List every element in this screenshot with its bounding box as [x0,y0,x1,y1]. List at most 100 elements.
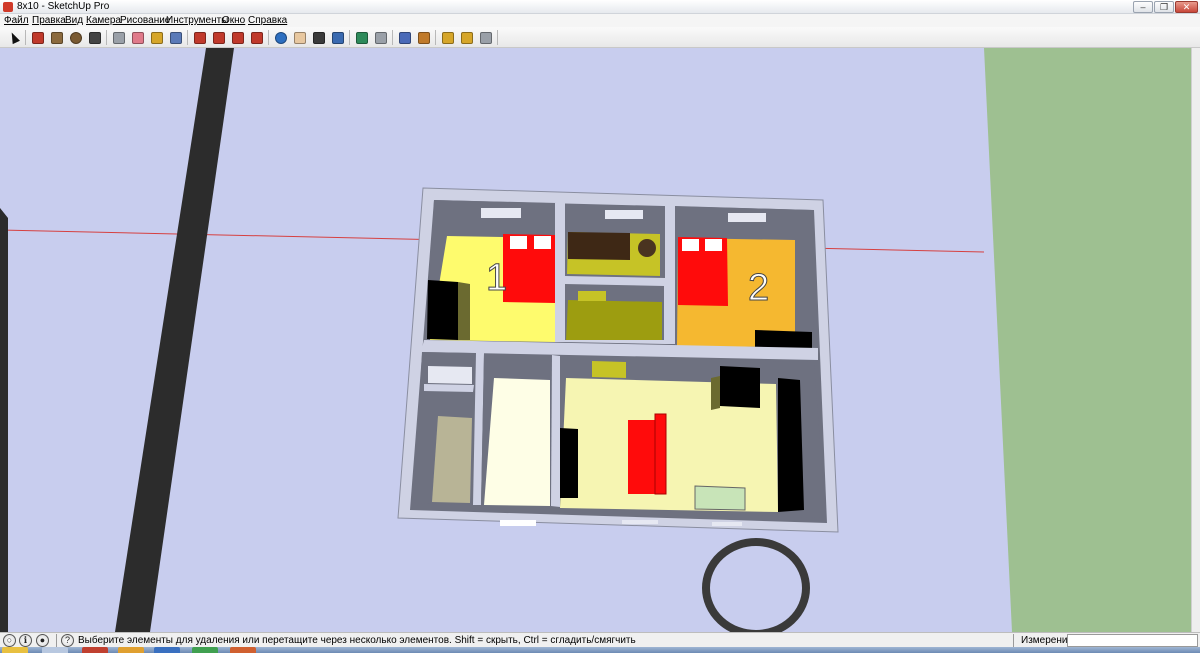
bedroom-2-pillow-left [682,239,699,251]
walk-tool[interactable] [396,29,413,46]
components-icon [479,31,492,44]
zoom-tool[interactable] [310,29,327,46]
menu-draw[interactable]: Рисование [120,15,170,26]
bedroom-1-pillow-right [534,236,551,249]
camera-position-icon [417,31,430,44]
circle-tool[interactable] [67,29,84,46]
user-icon[interactable]: ● [36,634,49,647]
taskbar-start-button[interactable] [2,647,28,653]
taskbar-button[interactable] [118,647,144,653]
model-scene[interactable]: 1 2 [0,48,1191,632]
menu-help[interactable]: Справка [248,15,287,26]
interior-wall-1 [555,203,565,342]
tape-measure-tool[interactable] [148,29,165,46]
living-room-cabinet-side [711,376,720,410]
orbit-tool[interactable] [272,29,289,46]
sketchup-window: 8x10 - SketchUp Pro – ❐ ✕ Файл Правка Ви… [0,0,1200,653]
toolbar-separator [392,30,393,45]
hand-icon [293,31,306,44]
share-model-tool[interactable] [458,29,475,46]
dimension-tool[interactable] [372,29,389,46]
walk-icon [398,31,411,44]
menu-edit[interactable]: Правка [32,15,66,26]
room-label-2: 2 [748,267,769,309]
section-plane-tool[interactable] [353,29,370,46]
line-tool[interactable] [29,29,46,46]
zoom-extents-icon [331,31,344,44]
paint-bucket-icon [169,31,182,44]
living-room-table [694,485,746,511]
menu-tools[interactable]: Инструменты [166,15,228,26]
orbit-icon [274,31,287,44]
toolbar-separator [268,30,269,45]
rotate-tool[interactable] [229,29,246,46]
push-pull-tool[interactable] [191,29,208,46]
status-hint: Выберите элементы для удаления или перет… [78,635,636,646]
ground-plane [984,48,1191,632]
minimize-button[interactable]: – [1133,1,1153,13]
room-label-1: 1 [486,257,507,299]
make-component-tool[interactable] [110,29,127,46]
bedroom-1-wardrobe-side [458,282,470,340]
taskbar-button[interactable] [192,647,218,653]
paint-bucket-tool[interactable] [167,29,184,46]
wardrobe-room-window [605,210,643,219]
credits-icon[interactable]: ℹ [19,634,32,647]
status-separator [1013,634,1014,647]
arc-icon [88,31,101,44]
taskbar-button[interactable] [42,647,68,653]
living-room-shelf [592,361,626,378]
push-pull-icon [193,31,206,44]
bedroom-2-pillow-right [705,239,722,251]
taskbar-button[interactable] [82,647,108,653]
menu-camera[interactable]: Камера [86,15,121,26]
taskbar-button[interactable] [154,647,180,653]
living-room-wardrobe [778,378,804,512]
measurements-input[interactable] [1067,634,1198,647]
eraser-tool[interactable] [129,29,146,46]
drawing-viewport[interactable]: 1 2 [0,48,1191,632]
share-icon [460,31,473,44]
interior-wall-2 [665,206,675,344]
close-icon: ✕ [1182,2,1191,12]
geolocation-icon[interactable]: ○ [3,634,16,647]
minimize-icon: – [1140,2,1146,12]
offset-tool[interactable] [248,29,265,46]
bedroom-1-pillow-left [510,236,527,249]
dark-beam-left [0,208,8,632]
get-models-tool[interactable] [439,29,456,46]
restore-icon: ❐ [1159,2,1169,12]
warehouse-icon [441,31,454,44]
eraser-icon [131,31,144,44]
arc-tool[interactable] [86,29,103,46]
menu-view[interactable]: Вид [65,15,83,26]
sofa-left [628,420,655,494]
rectangle-tool[interactable] [48,29,65,46]
select-tool[interactable] [5,29,22,46]
viewport-scrollbar[interactable] [1191,48,1200,632]
status-bar: ○ ℹ ● ? Выберите элементы для удаления и… [0,632,1200,647]
help-icon[interactable]: ? [61,634,74,647]
position-camera-tool[interactable] [415,29,432,46]
hall-floor [484,378,550,506]
rectangle-icon [50,31,63,44]
living-room-tv-stand [560,428,578,498]
components-tool[interactable] [477,29,494,46]
menu-file[interactable]: Файл [4,15,29,26]
bedroom-1-window [481,208,521,218]
dark-beam [115,48,234,632]
menu-bar: Файл Правка Вид Камера Рисование Инструм… [0,14,1200,27]
front-door-opening [500,520,536,526]
zoom-extents-tool[interactable] [329,29,346,46]
close-button[interactable]: ✕ [1175,1,1198,13]
menu-window[interactable]: Окно [222,15,245,26]
dimension-icon [374,31,387,44]
move-tool[interactable] [210,29,227,46]
maximize-button[interactable]: ❐ [1154,1,1174,13]
pan-tool[interactable] [291,29,308,46]
living-room-cabinet-top [720,366,760,408]
bath-window [428,366,472,384]
section-plane-icon [355,31,368,44]
bedroom-1-wardrobe [427,280,458,340]
taskbar-button[interactable] [230,647,256,653]
